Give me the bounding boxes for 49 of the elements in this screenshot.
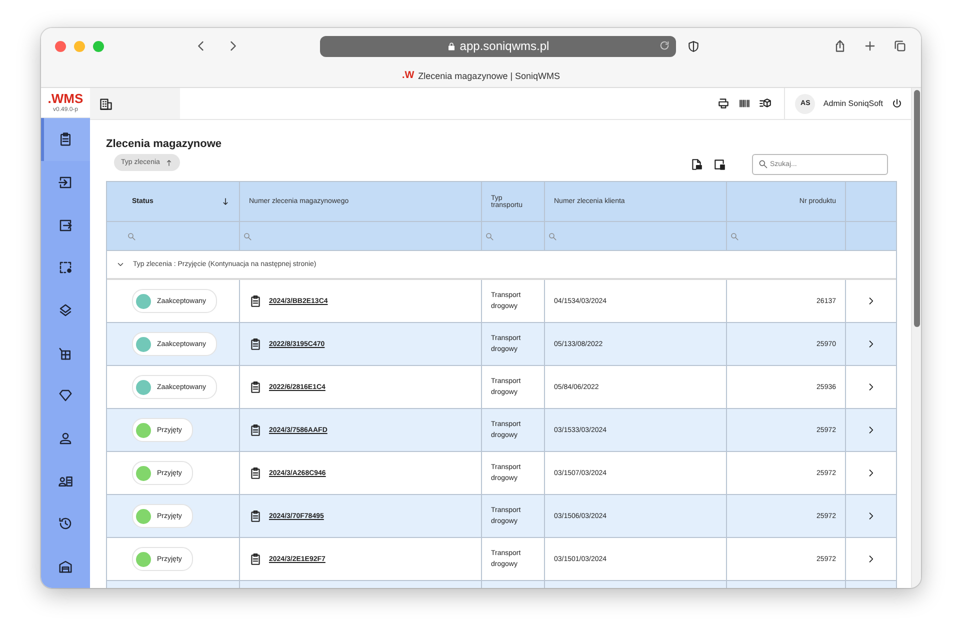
share-icon (833, 39, 847, 53)
warehouse-icon (58, 559, 73, 574)
clipboard-icon (249, 510, 262, 522)
layout-icon (713, 158, 726, 171)
contacts-icon (58, 474, 73, 489)
clipboard-icon (58, 132, 73, 148)
tab-title[interactable]: Zlecenia magazynowe | SoniqWMS (418, 70, 560, 80)
export-document-icon (690, 158, 703, 171)
page-title: Zlecenia magazynowe (106, 138, 223, 150)
clipboard-icon (249, 338, 262, 350)
scrollbar-thumb[interactable] (914, 90, 920, 327)
reload-icon (659, 40, 670, 50)
close-window-button[interactable] (55, 40, 66, 52)
lock-icon (446, 42, 456, 50)
filter-search-icon (548, 232, 557, 240)
chevron-down-icon (116, 260, 125, 269)
logout-icon (58, 218, 73, 233)
sidebar-item[interactable] (41, 118, 90, 162)
clipboard-icon (249, 466, 262, 480)
warehouse-selector[interactable] (90, 88, 180, 119)
login-icon (58, 174, 73, 190)
filter-search-icon (730, 232, 739, 240)
filter-search-icon (127, 232, 136, 240)
layers-icon (58, 303, 73, 318)
area-location-icon (58, 260, 73, 276)
barcode-icon (738, 97, 752, 110)
filter-search-icon (243, 232, 252, 240)
diamond-icon (58, 388, 73, 404)
power-icon (891, 98, 903, 110)
new-tab-icon (863, 39, 877, 53)
clipboard-icon (249, 294, 262, 308)
tabs-overview-icon (893, 39, 907, 53)
clipboard-icon (249, 380, 262, 394)
printer-icon (717, 97, 730, 110)
address-bar[interactable]: app.soniqwms.pl (320, 36, 676, 56)
building-icon (99, 96, 113, 110)
tab-logo: .W (402, 70, 414, 81)
app-logo: .WMS (48, 92, 84, 106)
person-icon (58, 431, 73, 446)
clipboard-icon (249, 552, 262, 566)
sort-down-icon (221, 197, 230, 206)
filter-search-icon (485, 232, 494, 240)
search-icon (758, 159, 768, 169)
user-name: Admin SoniqSoft (823, 99, 883, 108)
group-toggle[interactable] (116, 260, 125, 269)
clipboard-icon (249, 424, 262, 436)
history-icon (58, 516, 73, 532)
sort-up-icon (164, 158, 173, 166)
shield-icon (687, 40, 700, 52)
